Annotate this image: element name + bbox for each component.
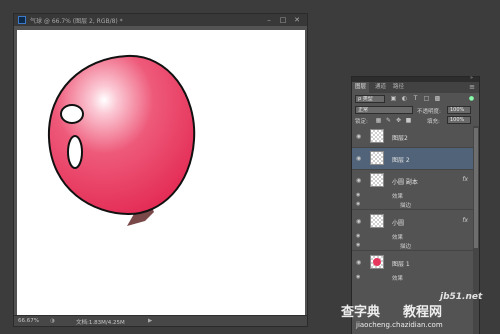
effect-stroke-label: 描边 — [400, 244, 412, 250]
filter-toggle-icon[interactable]: ● — [468, 95, 475, 102]
effects-label: 效果 — [392, 276, 404, 282]
scrollbar-thumb[interactable] — [474, 128, 478, 248]
visibility-eye-icon[interactable]: ◉ — [356, 177, 361, 184]
fx-icon[interactable]: fx — [462, 217, 468, 224]
status-options-icon[interactable]: ◑ — [50, 318, 55, 324]
watermark-url: jiaocheng.chazidian.com — [356, 321, 443, 329]
effects-row[interactable]: ◉ 效果 — [352, 273, 473, 282]
filter-shape-icon[interactable]: □ — [423, 95, 430, 102]
tab-channels[interactable]: 通道 — [372, 82, 389, 93]
document-window: 气球 @ 66.7% (图层 2, RGB/8) * – □ ✕ 66.67% … — [13, 13, 308, 327]
layer-thumbnail — [370, 151, 384, 165]
visibility-eye-icon[interactable]: ◉ — [356, 133, 361, 140]
effect-eye-icon[interactable]: ◉ — [356, 201, 360, 207]
fx-icon[interactable]: fx — [462, 176, 468, 183]
visibility-eye-icon[interactable]: ◉ — [356, 155, 361, 162]
watermark-domain: jb51.net — [440, 292, 483, 302]
effects-label: 效果 — [392, 194, 404, 200]
filter-type-icon[interactable]: T — [412, 95, 419, 102]
blend-mode-select[interactable]: 正常 — [355, 106, 413, 114]
lock-move-icon[interactable]: ✥ — [395, 117, 402, 124]
status-arrow-icon[interactable]: ▶ — [148, 318, 152, 324]
minimize-icon[interactable]: – — [263, 15, 275, 25]
effects-label: 效果 — [392, 235, 404, 241]
filter-smart-icon[interactable]: ▩ — [434, 95, 441, 102]
layer-thumbnail — [370, 129, 384, 143]
layer-row-selected[interactable]: ◉ 图层 2 — [352, 148, 473, 170]
panel-tabs: 图层 通道 路径 ≡ — [352, 82, 479, 93]
visibility-eye-icon[interactable]: ◉ — [356, 218, 361, 225]
effect-stroke-row[interactable]: ◉ 描边 — [352, 200, 473, 210]
panel-menu-icon[interactable]: ≡ — [469, 83, 475, 91]
canvas[interactable] — [17, 30, 305, 320]
effect-eye-icon[interactable]: ◉ — [356, 233, 360, 239]
lock-transparent-icon[interactable]: ▦ — [375, 117, 382, 124]
effects-row[interactable]: ◉ 效果 — [352, 232, 473, 241]
document-title: 气球 @ 66.7% (图层 2, RGB/8) * — [30, 18, 123, 25]
lock-brush-icon[interactable]: ✎ — [385, 117, 392, 124]
layer-name: 小圆 副本 — [392, 179, 418, 186]
effect-eye-icon[interactable]: ◉ — [356, 242, 360, 248]
layer-name: 小圆 — [392, 220, 405, 227]
highlight-oval — [60, 104, 84, 124]
watermark-site-name: 教程网 — [403, 305, 443, 320]
opacity-label: 不透明度: — [417, 109, 441, 115]
filter-kind-select[interactable]: ρ 类型 — [355, 95, 385, 103]
filter-adjust-icon[interactable]: ◐ — [401, 95, 408, 102]
layer-thumbnail — [370, 255, 384, 269]
tab-paths[interactable]: 路径 — [390, 82, 407, 93]
layer-row[interactable]: ◉ 图层 1 — [352, 252, 473, 273]
photoshop-icon — [18, 16, 26, 24]
status-bar: 66.67% ◑ 文档:1.83M/4.25M ▶ — [14, 315, 307, 326]
filter-pixel-icon[interactable]: ▣ — [390, 95, 397, 102]
effect-stroke-row[interactable]: ◉ 描边 — [352, 241, 473, 251]
layer-name: 图层2 — [392, 135, 408, 142]
effect-eye-icon[interactable]: ◉ — [356, 274, 360, 280]
collapse-icon[interactable]: » — [470, 75, 473, 81]
layer-name: 图层 2 — [392, 157, 410, 164]
lock-all-icon[interactable]: ■ — [405, 117, 412, 124]
close-icon[interactable]: ✕ — [291, 15, 303, 25]
layer-row[interactable]: ◉ 小圆 fx — [352, 211, 473, 232]
layer-thumbnail — [370, 173, 384, 187]
layers-scrollbar[interactable] — [473, 126, 479, 334]
tab-layers[interactable]: 图层 — [352, 82, 370, 93]
fill-field[interactable]: 100% — [447, 116, 471, 124]
document-titlebar[interactable]: 气球 @ 66.7% (图层 2, RGB/8) * – □ ✕ — [14, 14, 307, 26]
layer-row[interactable]: ◉ 小圆 副本 fx — [352, 170, 473, 191]
lock-row: 锁定: ▦ ✎ ✥ ■ 填充: 100% — [352, 115, 479, 126]
layer-thumbnail — [370, 214, 384, 228]
balloon-body — [47, 54, 196, 216]
fill-label: 填充: — [427, 119, 440, 125]
opacity-field[interactable]: 100% — [447, 106, 471, 114]
visibility-eye-icon[interactable]: ◉ — [356, 259, 361, 266]
lock-label: 锁定: — [355, 119, 368, 125]
zoom-level[interactable]: 66.67% — [18, 318, 39, 324]
filter-row: ρ 类型 ▣ ◐ T □ ▩ ● — [352, 94, 479, 105]
layer-row[interactable]: ◉ 图层2 — [352, 126, 473, 148]
effects-row[interactable]: ◉ 效果 — [352, 191, 473, 200]
highlight-oval-tall — [67, 135, 83, 169]
maximize-icon[interactable]: □ — [277, 15, 289, 25]
effect-stroke-label: 描边 — [400, 203, 412, 209]
layer-name: 图层 1 — [392, 261, 410, 268]
balloon-artwork — [47, 54, 196, 226]
effect-eye-icon[interactable]: ◉ — [356, 192, 360, 198]
doc-size: 文档:1.83M/4.25M — [76, 320, 125, 326]
watermark-brand: 查字典 — [341, 305, 381, 320]
